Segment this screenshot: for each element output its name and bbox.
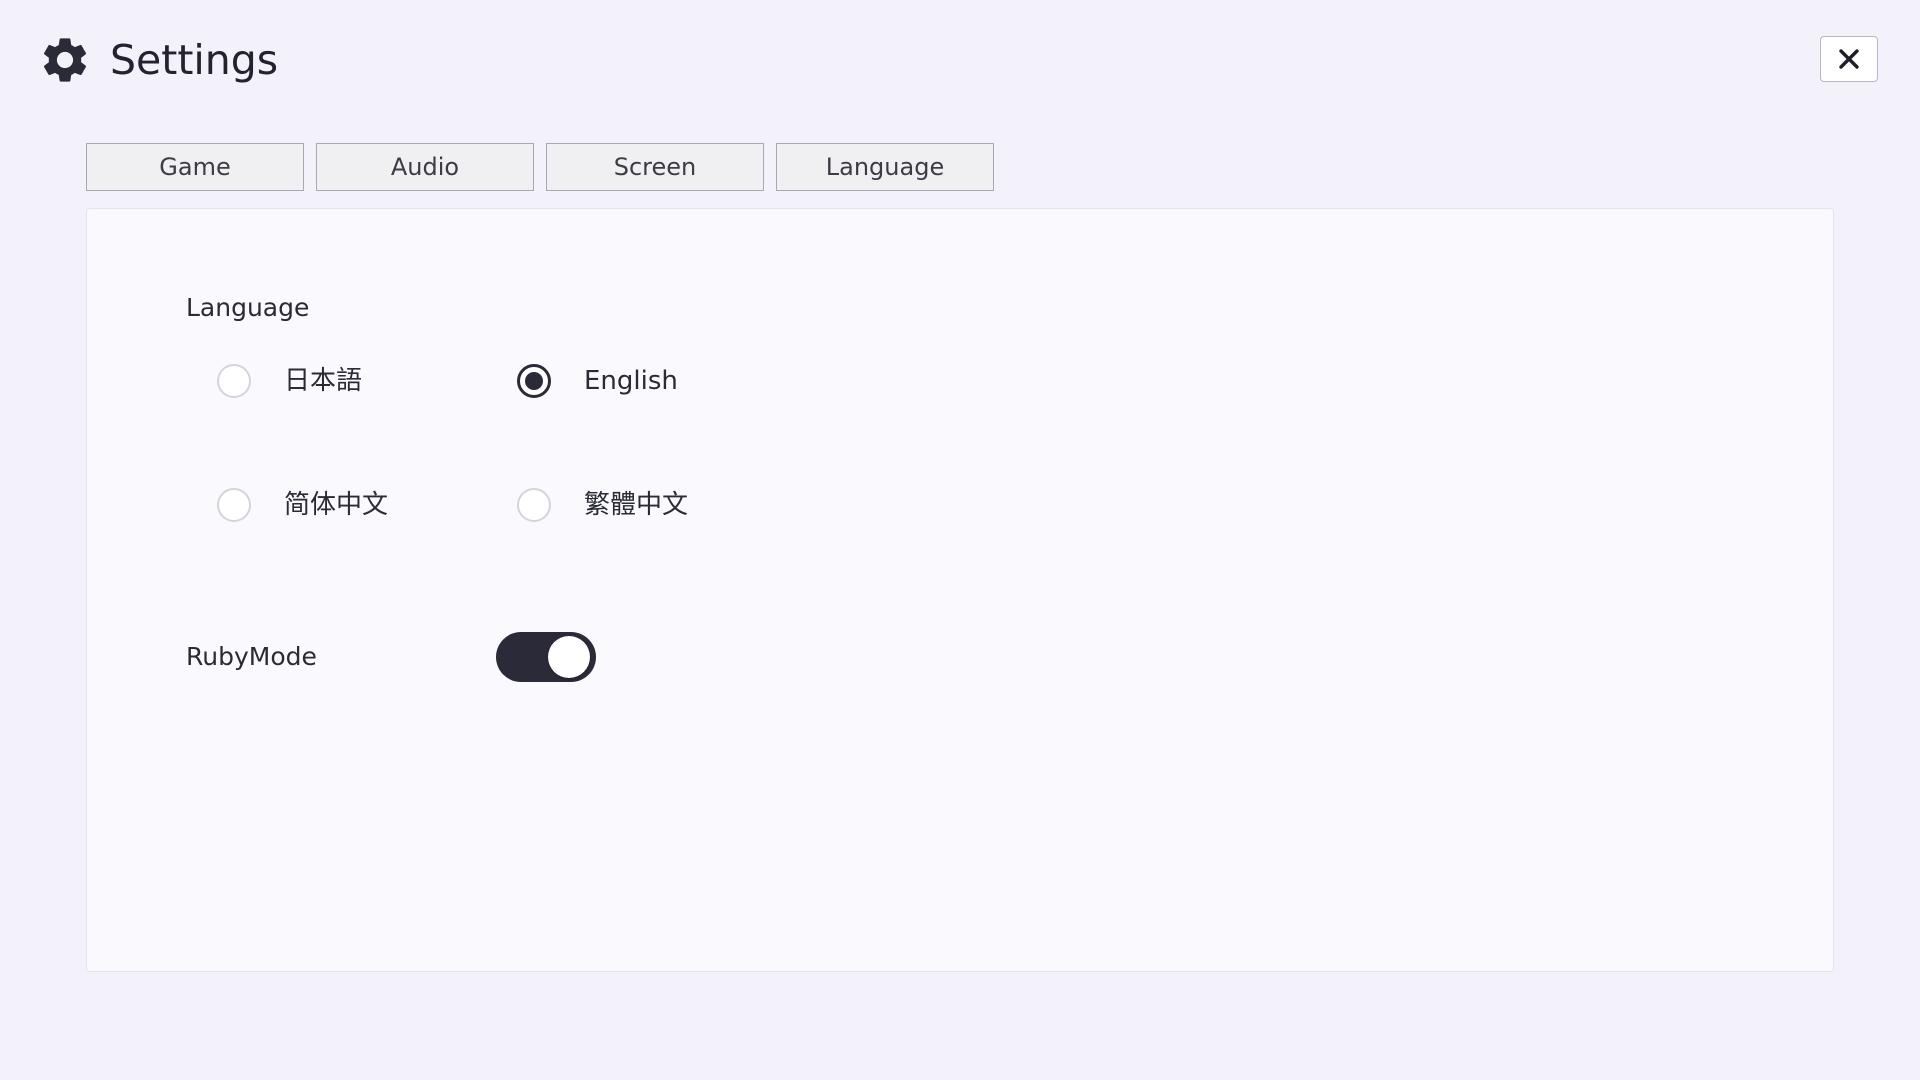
radio-option-japanese[interactable]: 日本語 xyxy=(217,364,362,398)
radio-label: English xyxy=(584,366,678,396)
close-button[interactable] xyxy=(1820,36,1878,82)
close-icon xyxy=(1839,49,1859,69)
radio-label: 简体中文 xyxy=(284,490,389,520)
radio-label: 繁體中文 xyxy=(584,490,689,520)
tab-screen[interactable]: Screen xyxy=(546,143,764,191)
tab-game[interactable]: Game xyxy=(86,143,304,191)
radio-option-english[interactable]: English xyxy=(517,364,678,398)
gear-icon xyxy=(43,38,87,82)
page-title: Settings xyxy=(110,36,279,84)
header: Settings xyxy=(0,0,1920,120)
radio-button[interactable] xyxy=(217,488,251,522)
ruby-mode-label: RubyMode xyxy=(186,642,317,671)
tab-bar: Game Audio Screen Language xyxy=(86,143,994,191)
radio-button[interactable] xyxy=(517,488,551,522)
language-section-label: Language xyxy=(186,293,310,322)
radio-option-traditional-chinese[interactable]: 繁體中文 xyxy=(517,488,688,522)
radio-label: 日本語 xyxy=(284,366,363,396)
ruby-mode-toggle[interactable] xyxy=(496,632,596,682)
radio-button-selected[interactable] xyxy=(517,364,551,398)
toggle-knob xyxy=(548,636,590,678)
radio-selected-dot xyxy=(525,372,543,390)
tab-language[interactable]: Language xyxy=(776,143,994,191)
radio-button[interactable] xyxy=(217,364,251,398)
radio-option-simplified-chinese[interactable]: 简体中文 xyxy=(217,488,388,522)
language-panel: Language 日本語 English 简体中文 繁體中文 RubyMode xyxy=(86,208,1834,972)
tab-audio[interactable]: Audio xyxy=(316,143,534,191)
